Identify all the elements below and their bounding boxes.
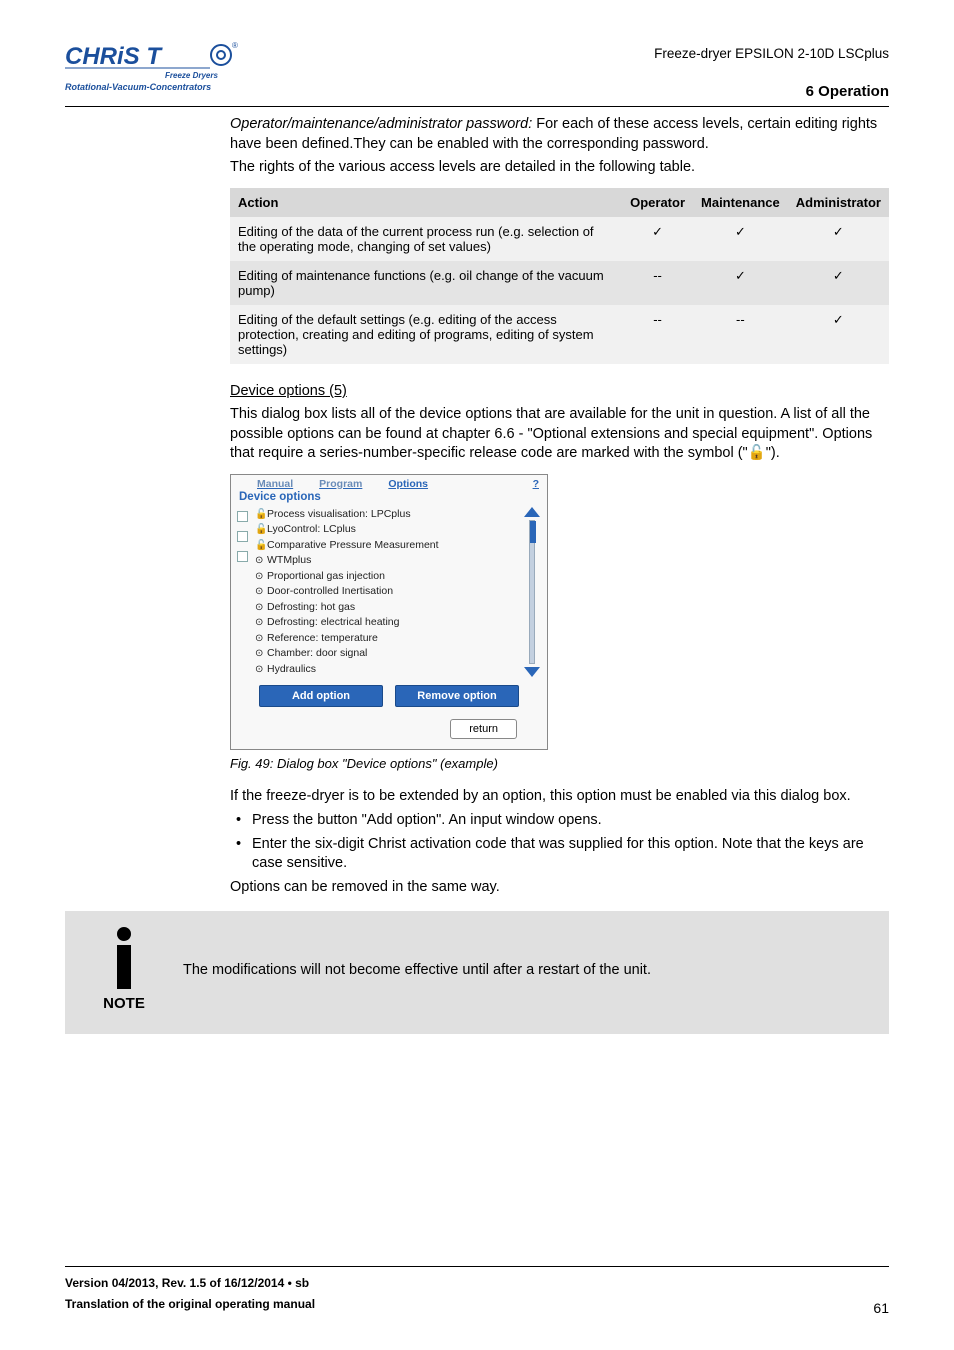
list-item[interactable]: Reference: temperature: [255, 631, 519, 647]
col-administrator: Administrator: [788, 188, 889, 217]
list-item[interactable]: LyoControl: LCplus: [255, 522, 519, 538]
svg-text:CHRiS T: CHRiS T: [65, 43, 163, 70]
scrollbar[interactable]: [523, 507, 541, 678]
svg-text:®: ®: [232, 41, 238, 50]
tab-options[interactable]: Options: [388, 478, 428, 490]
page-number: 61: [873, 1300, 889, 1316]
list-item[interactable]: WTMplus: [255, 553, 519, 569]
table-row: Editing of the default settings (e.g. ed…: [230, 305, 889, 364]
list-item[interactable]: Comparative Pressure Measurement: [255, 538, 519, 554]
list-item[interactable]: Hydraulics: [255, 662, 519, 678]
header-divider: [65, 106, 889, 107]
remove-option-button[interactable]: Remove option: [395, 685, 519, 707]
tab-manual[interactable]: Manual: [257, 478, 293, 490]
table-row: Editing of maintenance functions (e.g. o…: [230, 261, 889, 305]
intro-paragraph-2: The rights of the various access levels …: [230, 158, 889, 178]
bullet-item: Press the button "Add option". An input …: [230, 811, 889, 831]
help-icon[interactable]: ?: [533, 478, 539, 490]
tab-program[interactable]: Program: [319, 478, 362, 490]
device-options-heading: Device options (5): [230, 382, 889, 402]
svg-text:Rotational-Vacuum-Concentrator: Rotational-Vacuum-Concentrators: [65, 82, 211, 92]
col-operator: Operator: [622, 188, 693, 217]
table-row: Editing of the data of the current proce…: [230, 217, 889, 261]
scroll-down-icon[interactable]: [524, 667, 540, 677]
note-block: NOTE The modifications will not become e…: [65, 911, 889, 1034]
left-checkboxes: [237, 507, 248, 678]
bullet-item: Enter the six-digit Christ activation co…: [230, 835, 889, 874]
device-paragraph-3: Options can be removed in the same way.: [230, 878, 889, 898]
product-name: Freeze-dryer EPSILON 2-10D LSCplus: [654, 40, 889, 61]
return-button[interactable]: return: [450, 719, 517, 739]
device-options-paragraph: This dialog box lists all of the device …: [230, 405, 889, 464]
list-item[interactable]: Process visualisation: LPCplus: [255, 507, 519, 523]
page-footer: Version 04/2013, Rev. 1.5 of 16/12/2014 …: [65, 1266, 889, 1316]
scroll-up-icon[interactable]: [524, 507, 540, 517]
col-maintenance: Maintenance: [693, 188, 788, 217]
figure-caption: Fig. 49: Dialog box "Device options" (ex…: [230, 756, 889, 771]
dialog-title: Device options: [231, 490, 547, 507]
list-item[interactable]: Proportional gas injection: [255, 569, 519, 585]
device-paragraph-2: If the freeze-dryer is to be extended by…: [230, 787, 889, 807]
list-item[interactable]: Defrosting: hot gas: [255, 600, 519, 616]
list-item[interactable]: Chamber: door signal: [255, 646, 519, 662]
list-item[interactable]: Door-controlled Inertisation: [255, 584, 519, 600]
col-action: Action: [230, 188, 622, 217]
access-rights-table: Action Operator Maintenance Administrato…: [230, 188, 889, 364]
device-options-dialog: Manual Program Options ? Device options …: [230, 474, 548, 751]
note-text: The modifications will not become effect…: [183, 962, 875, 978]
info-icon: NOTE: [79, 927, 169, 1012]
section-heading: 6 Operation: [654, 83, 889, 100]
svg-text:Freeze Dryers: Freeze Dryers: [165, 71, 218, 80]
intro-paragraph-1: Operator/maintenance/administrator passw…: [230, 115, 889, 154]
option-list[interactable]: Process visualisation: LPCplus LyoContro…: [252, 507, 519, 678]
list-item[interactable]: Defrosting: electrical heating: [255, 615, 519, 631]
brand-logo: CHRiS T ® Freeze Dryers Rotational-Vacuu…: [65, 40, 245, 104]
add-option-button[interactable]: Add option: [259, 685, 383, 707]
unlock-icon: 🔓: [748, 444, 766, 464]
